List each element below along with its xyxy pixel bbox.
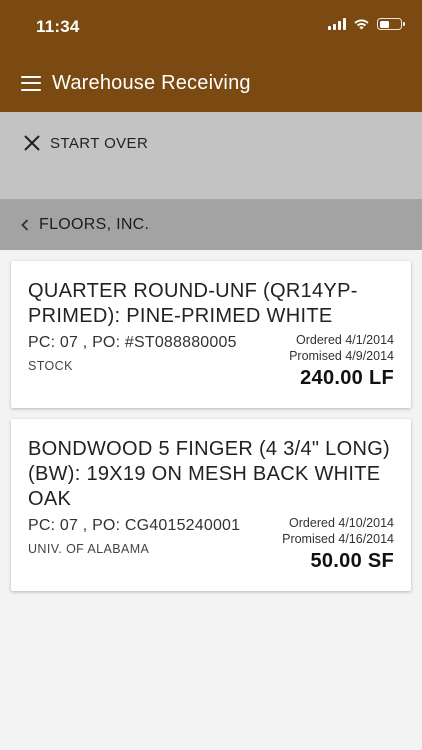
menu-button[interactable]: [0, 54, 60, 112]
page-title: Warehouse Receiving: [52, 71, 251, 94]
item-pc: PC: 07: [28, 517, 79, 534]
wifi-icon: [354, 19, 369, 30]
receiving-item-list: QUARTER ROUND-UNF (QR14YP-PRIMED): PINE-…: [0, 250, 422, 591]
vendor-back-button[interactable]: FLOORS, INC.: [0, 199, 422, 250]
status-time: 11:34: [36, 17, 80, 36]
item-name: QUARTER ROUND-UNF (QR14YP-PRIMED): PINE-…: [28, 280, 358, 327]
item-po-line: PC: 07 , PO: #ST088880005: [28, 334, 237, 351]
item-quantity: 50.00 SF: [310, 550, 394, 572]
cellular-signal-icon: [328, 18, 346, 30]
start-over-button[interactable]: START OVER: [22, 128, 148, 158]
status-icons: [328, 18, 405, 30]
hamburger-menu-icon: [21, 75, 41, 91]
app-bar: Warehouse Receiving: [0, 54, 422, 112]
item-ordered-date: Ordered 4/10/2014: [289, 516, 394, 530]
item-po: PO: CG4015240001: [92, 517, 241, 534]
receiving-item-card[interactable]: QUARTER ROUND-UNF (QR14YP-PRIMED): PINE-…: [11, 261, 411, 408]
item-promised-date: Promised 4/9/2014: [289, 349, 394, 363]
item-quantity: 240.00 LF: [300, 367, 394, 389]
top-bar: 11:34 Warehouse Receiving: [0, 0, 422, 112]
start-over-section: START OVER: [0, 112, 422, 199]
item-pc: PC: 07: [28, 334, 79, 351]
item-po-line: PC: 07 , PO: CG4015240001: [28, 517, 241, 534]
status-bar: 11:34: [0, 0, 422, 54]
vendor-name: FLOORS, INC.: [39, 215, 150, 233]
receiving-item-card[interactable]: BONDWOOD 5 FINGER (4 3/4" LONG) (BW): 19…: [11, 419, 411, 591]
item-job: STOCK: [28, 359, 73, 373]
item-promised-date: Promised 4/16/2014: [282, 532, 394, 546]
battery-icon: [377, 18, 405, 30]
chevron-left-icon: [21, 218, 29, 231]
item-name: BONDWOOD 5 FINGER (4 3/4" LONG) (BW): 19…: [28, 438, 391, 510]
start-over-label: START OVER: [50, 134, 149, 152]
close-icon: [24, 135, 40, 151]
item-ordered-date: Ordered 4/1/2014: [296, 333, 394, 347]
item-po: PO: #ST088880005: [92, 334, 237, 351]
item-job: UNIV. OF ALABAMA: [28, 542, 150, 556]
